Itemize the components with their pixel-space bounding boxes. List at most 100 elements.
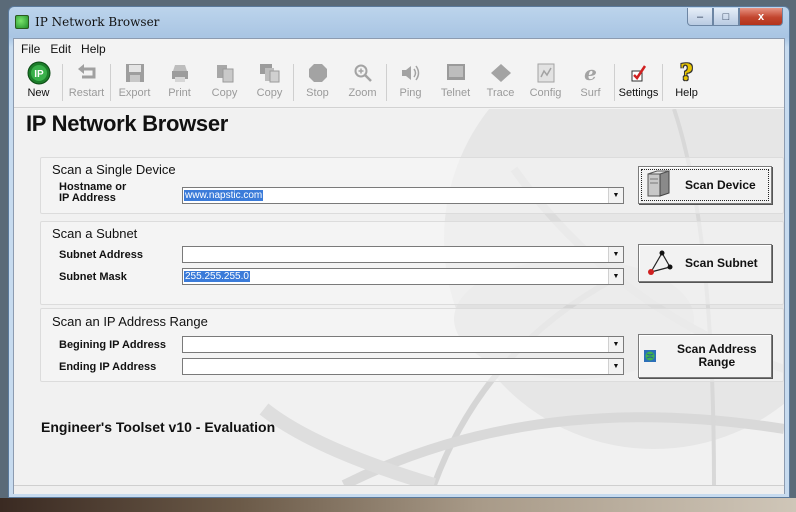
toolbar-separator (293, 64, 294, 101)
svg-text:IP: IP (34, 69, 44, 80)
app-window: IP Network Browser – □ x File Edit Help … (8, 6, 790, 498)
single-device-group: Scan a Single Device Hostname or IP Addr… (40, 157, 784, 214)
copy-all-button[interactable]: Copy (247, 58, 292, 107)
surf-label: Surf (580, 87, 601, 99)
config-icon (533, 61, 559, 85)
restart-icon (74, 61, 100, 85)
telnet-label: Telnet (440, 87, 471, 99)
save-icon (122, 61, 148, 85)
subnet-mask-value: 255.255.255.0 (184, 271, 250, 282)
menu-file[interactable]: File (16, 42, 45, 56)
trace-label: Trace (486, 87, 515, 99)
scan-address-range-button[interactable]: Scan Address Range (638, 334, 772, 378)
evaluation-text: Engineer's Toolset v10 - Evaluation (41, 419, 276, 435)
chevron-down-icon[interactable]: ▼ (608, 188, 623, 203)
ending-ip-input[interactable]: ▼ (182, 358, 624, 375)
scan-address-range-label: Scan Address Range (677, 343, 757, 369)
desktop-background (0, 498, 796, 512)
subnet-mask-label: Subnet Mask (59, 271, 127, 283)
subnet-group: Scan a Subnet Subnet Address ▼ Subnet Ma… (40, 221, 784, 305)
zoom-icon (350, 61, 376, 85)
copy-all-label: Copy (256, 87, 283, 99)
begining-ip-input[interactable]: ▼ (182, 336, 624, 353)
window-controls: – □ x (687, 8, 783, 26)
page-title: IP Network Browser (26, 111, 229, 136)
subnet-address-label: Subnet Address (59, 249, 143, 261)
copy-icon (212, 61, 238, 85)
toolbar-separator (62, 64, 63, 101)
settings-button[interactable]: Settings (616, 58, 661, 107)
restart-button[interactable]: Restart (64, 58, 109, 107)
help-button[interactable]: ? Help (664, 58, 709, 107)
window-title: IP Network Browser (35, 15, 160, 29)
subnet-title: Scan a Subnet (52, 226, 138, 241)
title-bar[interactable]: IP Network Browser – □ x (9, 7, 789, 37)
scan-device-label: Scan Device (685, 177, 756, 192)
minimize-icon: – (696, 10, 704, 23)
toolbar-separator (110, 64, 111, 101)
ping-label: Ping (399, 87, 422, 99)
copy-all-icon (257, 61, 283, 85)
close-button[interactable]: x (739, 8, 783, 26)
surf-icon: e (584, 61, 597, 85)
zoom-label: Zoom (348, 87, 377, 99)
server-icon (643, 170, 677, 200)
close-icon: x (757, 10, 765, 23)
maximize-icon: □ (722, 10, 730, 23)
scan-address-label-line2: Range (698, 355, 736, 369)
address-range-title: Scan an IP Address Range (52, 314, 208, 329)
help-label: Help (675, 87, 698, 99)
help-icon: ? (680, 60, 693, 86)
minimize-button[interactable]: – (687, 8, 713, 26)
chevron-down-icon[interactable]: ▼ (608, 359, 623, 374)
ip-address-label: IP Address (59, 192, 116, 204)
export-button[interactable]: Export (112, 58, 157, 107)
scan-subnet-label: Scan Subnet (685, 255, 758, 270)
maximize-button[interactable]: □ (713, 8, 739, 26)
toolbar: IP New Restart Export Print Copy Copy St… (14, 58, 784, 108)
subnet-address-input[interactable]: ▼ (182, 246, 624, 263)
new-button[interactable]: IP New (16, 58, 61, 107)
restart-label: Restart (68, 87, 105, 99)
zoom-button[interactable]: Zoom (340, 58, 385, 107)
menu-help[interactable]: Help (76, 42, 111, 56)
hostname-input[interactable]: www.napstic.com ▼ (182, 187, 624, 204)
globe-icon (643, 341, 657, 371)
scan-device-button[interactable]: Scan Device (638, 166, 772, 204)
subnet-mask-input[interactable]: 255.255.255.0 ▼ (182, 268, 624, 285)
app-icon[interactable] (15, 15, 29, 29)
trace-button[interactable]: Trace (478, 58, 523, 107)
begining-ip-label: Begining IP Address (59, 339, 166, 351)
ending-ip-label: Ending IP Address (59, 361, 157, 373)
scan-subnet-button[interactable]: Scan Subnet (638, 244, 772, 282)
chevron-down-icon[interactable]: ▼ (608, 269, 623, 284)
menu-bar: File Edit Help (14, 39, 784, 58)
export-label: Export (118, 87, 151, 99)
menu-edit[interactable]: Edit (45, 42, 76, 56)
new-label: New (27, 87, 50, 99)
copy-button[interactable]: Copy (202, 58, 247, 107)
status-bar (14, 485, 784, 494)
ping-button[interactable]: Ping (388, 58, 433, 107)
surf-button[interactable]: e Surf (568, 58, 613, 107)
stop-icon (305, 61, 331, 85)
ping-icon (398, 61, 424, 85)
main-panel: IP Network Browser Scan a Single Device … (14, 109, 784, 485)
hostname-value: www.napstic.com (184, 190, 264, 201)
telnet-icon (443, 61, 469, 85)
toolbar-separator (662, 64, 663, 101)
telnet-button[interactable]: Telnet (433, 58, 478, 107)
config-button[interactable]: Config (523, 58, 568, 107)
toolbar-separator (614, 64, 615, 101)
stop-label: Stop (306, 87, 329, 99)
scan-address-label-line1: Scan Address (677, 342, 757, 356)
settings-label: Settings (618, 87, 659, 99)
print-button[interactable]: Print (157, 58, 202, 107)
toolbar-separator (386, 64, 387, 101)
address-range-group: Scan an IP Address Range Begining IP Add… (40, 308, 784, 382)
network-icon (643, 248, 677, 278)
stop-button[interactable]: Stop (295, 58, 340, 107)
new-icon: IP (26, 61, 52, 85)
chevron-down-icon[interactable]: ▼ (608, 337, 623, 352)
chevron-down-icon[interactable]: ▼ (608, 247, 623, 262)
